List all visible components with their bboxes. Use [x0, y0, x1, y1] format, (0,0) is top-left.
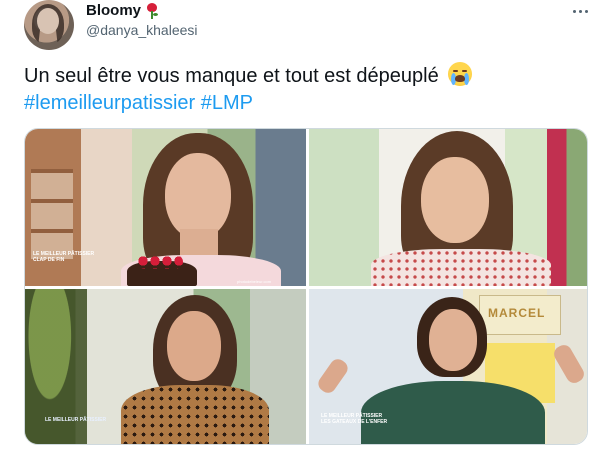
more-options-icon[interactable]: [571, 4, 589, 18]
photo-3[interactable]: LE MEILLEUR PÂTISSIER: [25, 289, 306, 444]
show-logo: LE MEILLEUR PÂTISSIER LES GATEAUX DE L'E…: [321, 413, 387, 425]
show-logo-subtitle: LES GATEAUX DE L'ENFER: [321, 419, 388, 425]
author-name-row: Bloomy: [86, 2, 159, 19]
show-logo-text: LE MEILLEUR PÂTISSIER: [45, 417, 107, 423]
photo-grid: LE MEILLEUR PÂTISSIER CLAP DE FIN photod…: [24, 128, 588, 445]
marcel-sign: MARCEL: [479, 295, 561, 335]
user-handle[interactable]: @danya_khaleesi: [86, 22, 198, 38]
avatar[interactable]: [24, 0, 74, 50]
tweet-body: Un seul être vous manque et tout est dép…: [24, 65, 439, 87]
photo-4[interactable]: MARCEL LE MEILLEUR PÂTISSIER LES GATEAUX…: [309, 289, 587, 444]
tweet: Bloomy @danya_khaleesi Un seul être vous…: [0, 0, 600, 461]
photo-2[interactable]: [309, 129, 587, 286]
hashtag-lmp[interactable]: #LMP: [201, 92, 253, 114]
loudly-crying-face-icon: [448, 62, 473, 86]
photo-1[interactable]: LE MEILLEUR PÂTISSIER CLAP DE FIN photod…: [25, 129, 306, 286]
show-logo-subtitle: CLAP DE FIN: [33, 257, 65, 263]
show-logo: LE MEILLEUR PÂTISSIER CLAP DE FIN: [33, 251, 94, 263]
sign-text: MARCEL: [488, 306, 546, 320]
display-name[interactable]: Bloomy: [86, 2, 141, 19]
photo-credit: photodebeleur.com: [237, 279, 272, 284]
avatar-face: [37, 8, 59, 34]
tweet-text-line-1: Un seul être vous manque et tout est dép…: [24, 62, 584, 90]
hashtag-line: #lemeilleurpatissier #LMP: [24, 90, 584, 117]
tweet-text: Un seul être vous manque et tout est dép…: [24, 62, 584, 117]
show-logo: LE MEILLEUR PÂTISSIER: [45, 417, 106, 423]
rose-icon: [145, 2, 159, 19]
hashtag-lemeilleurpatissier[interactable]: #lemeilleurpatissier: [24, 92, 195, 114]
